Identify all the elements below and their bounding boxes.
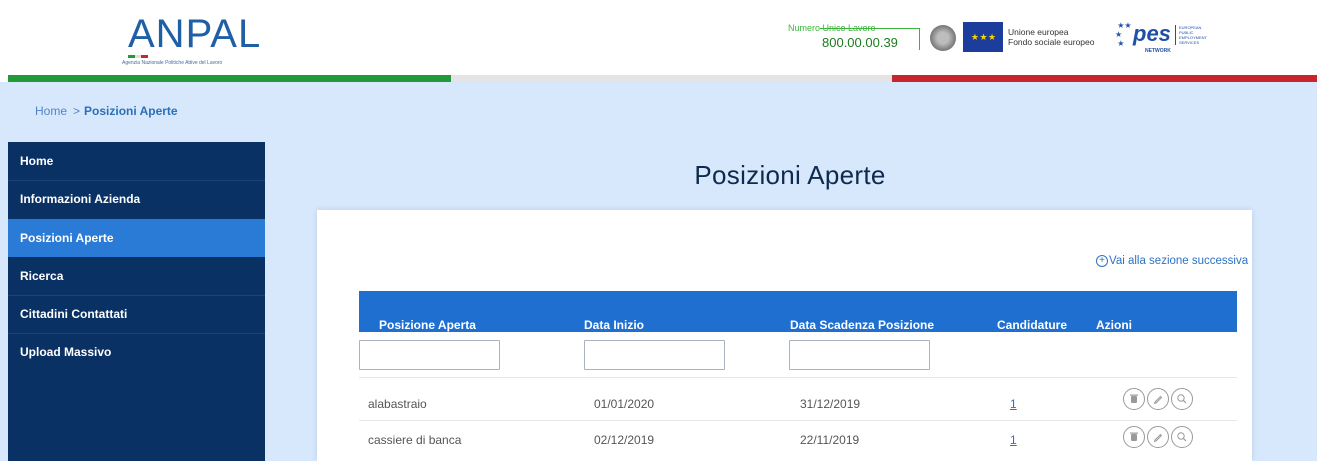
column-header-azioni: Azioni bbox=[1096, 318, 1132, 332]
logo-subtitle: Agenzia Nazionale Politiche Attive del L… bbox=[122, 60, 223, 66]
cell-data-scadenza: 22/11/2019 bbox=[800, 433, 860, 447]
pes-network-text: NETWORK bbox=[1145, 48, 1171, 54]
pes-side-text: EUROPEAN PUBLIC EMPLOYMENT SERVICES bbox=[1175, 25, 1209, 45]
tricolor-divider bbox=[8, 75, 1317, 82]
anpal-logo[interactable]: ANPAL Agenzia Nazionale Politiche Attive… bbox=[116, 12, 276, 66]
row-actions bbox=[1123, 426, 1193, 448]
next-section-label: Vai alla sezione successiva bbox=[1109, 255, 1249, 267]
logo-text: ANPAL bbox=[128, 12, 262, 56]
eu-flag-icon: ★ ★ ★ bbox=[963, 22, 1003, 52]
cell-posizione: cassiere di banca bbox=[368, 433, 462, 447]
cell-data-inizio: 01/01/2020 bbox=[594, 397, 655, 411]
filter-data-inizio-input[interactable] bbox=[584, 340, 725, 370]
pes-text: pes bbox=[1133, 21, 1171, 46]
numero-value: 800.00.00.39 bbox=[822, 35, 898, 50]
eu-text: Unione europea Fondo sociale europeo bbox=[1008, 27, 1094, 47]
sidebar-item-posizioni-aperte[interactable]: Posizioni Aperte bbox=[8, 219, 265, 257]
search-icon[interactable] bbox=[1171, 426, 1193, 448]
page-title: Posizioni Aperte bbox=[694, 160, 886, 190]
cell-candidature-link[interactable]: 1 bbox=[1010, 397, 1017, 411]
content-card bbox=[317, 210, 1252, 461]
breadcrumb-home[interactable]: Home bbox=[35, 104, 67, 118]
filter-posizione-input[interactable] bbox=[359, 340, 500, 370]
cell-data-scadenza: 31/12/2019 bbox=[800, 397, 861, 411]
row-divider bbox=[359, 377, 1237, 378]
next-section-link[interactable]: + Vai alla sezione successiva bbox=[1096, 255, 1248, 267]
row-actions bbox=[1123, 388, 1193, 410]
sidebar-item-ricerca[interactable]: Ricerca bbox=[8, 257, 265, 295]
italian-emblem-icon bbox=[930, 25, 956, 51]
plus-circle-icon: + bbox=[1096, 255, 1108, 267]
cell-posizione: alabastraio bbox=[368, 397, 427, 411]
filter-data-scadenza-input[interactable] bbox=[789, 340, 930, 370]
table-header: Posizione Aperta Data Inizio Data Scaden… bbox=[359, 291, 1237, 332]
sidebar-item-upload-massivo[interactable]: Upload Massivo bbox=[8, 333, 265, 371]
eu-text-line1: Unione europea bbox=[1008, 27, 1069, 37]
pencil-icon[interactable] bbox=[1147, 426, 1169, 448]
column-header-data-inizio: Data Inizio bbox=[584, 318, 645, 332]
eu-text-line2: Fondo sociale europeo bbox=[1008, 37, 1095, 47]
breadcrumb: Home > Posizioni Aperte bbox=[35, 104, 178, 118]
search-icon[interactable] bbox=[1171, 388, 1193, 410]
sidebar-item-informazioni-azienda[interactable]: Informazioni Azienda bbox=[8, 180, 265, 218]
pes-network-logo: ★★ ★ ★ pes EUROPEAN PUBLIC EMPLOYMENT SER… bbox=[1115, 17, 1215, 57]
breadcrumb-separator: > bbox=[73, 104, 81, 118]
column-header-data-scadenza: Data Scadenza Posizione bbox=[790, 318, 935, 332]
cell-data-inizio: 02/12/2019 bbox=[594, 433, 655, 447]
sidebar-item-cittadini-contattati[interactable]: Cittadini Contattati bbox=[8, 295, 265, 333]
trash-icon[interactable] bbox=[1123, 426, 1145, 448]
trash-icon[interactable] bbox=[1123, 388, 1145, 410]
sidebar-item-home[interactable]: Home bbox=[8, 142, 265, 180]
column-header-posizione: Posizione Aperta bbox=[379, 318, 476, 332]
row-divider bbox=[359, 420, 1237, 421]
column-header-candidature: Candidature bbox=[997, 318, 1068, 332]
logo-flag-stripe bbox=[128, 55, 149, 58]
site-header: ANPAL Agenzia Nazionale Politiche Attive… bbox=[0, 0, 1317, 72]
breadcrumb-current: Posizioni Aperte bbox=[84, 104, 178, 118]
cell-candidature-link[interactable]: 1 bbox=[1010, 433, 1017, 447]
pencil-icon[interactable] bbox=[1147, 388, 1169, 410]
pes-stars-icon: ★★ ★ ★ bbox=[1115, 21, 1132, 48]
sidebar: Home Informazioni Azienda Posizioni Aper… bbox=[8, 142, 265, 461]
